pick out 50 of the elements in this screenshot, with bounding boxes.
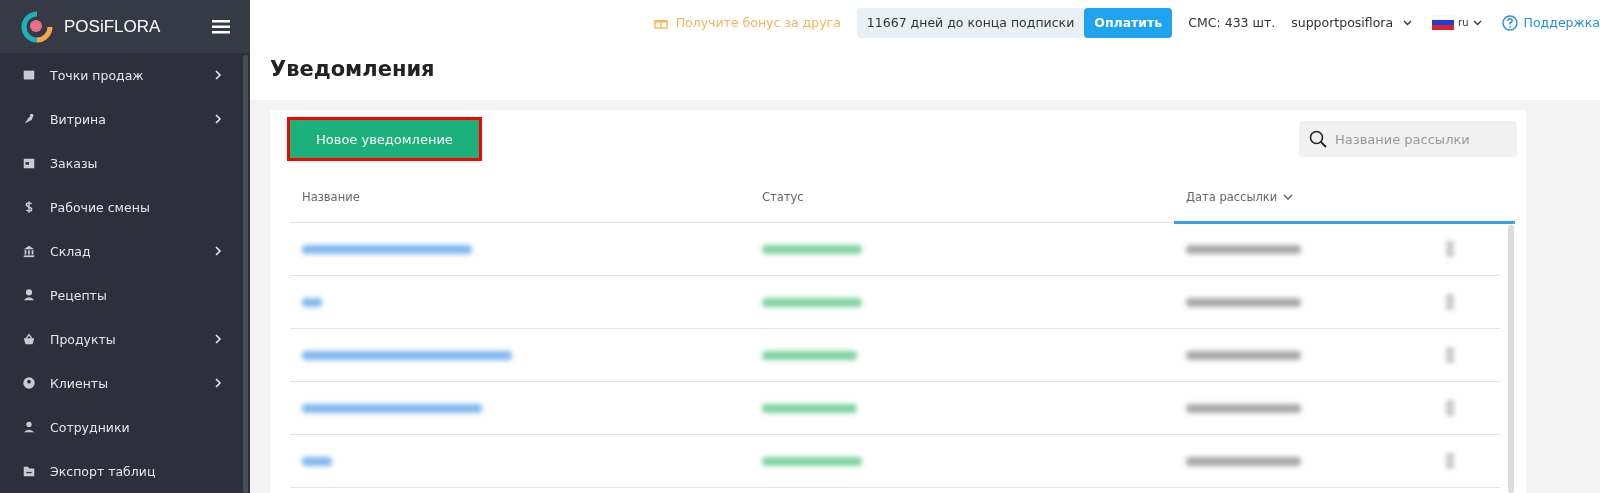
sidebar-item[interactable]: Клиенты (0, 361, 242, 405)
menu-icon[interactable] (212, 19, 230, 34)
support-link[interactable]: Поддержка (1501, 14, 1600, 31)
chevron-down-icon (1283, 193, 1294, 200)
menu-item-icon (22, 68, 36, 82)
column-header[interactable]: Статус (750, 172, 1174, 222)
chevron-down-icon (1403, 19, 1413, 26)
blurred-text (302, 297, 322, 307)
sidebar-item[interactable]: Витрина (0, 97, 242, 141)
brand-name: POSiFLORA (64, 16, 162, 37)
blurred-icon (1446, 453, 1454, 469)
sidebar-item[interactable]: Склад (0, 229, 242, 273)
language-dropdown[interactable]: ru (1432, 15, 1482, 30)
chevron-right-icon (214, 246, 222, 256)
menu-item-icon (22, 156, 36, 170)
sidebar-item[interactable]: Сотрудники (0, 405, 242, 449)
menu-item-icon (22, 464, 36, 478)
menu-item-icon (22, 244, 36, 258)
search-field[interactable]: Название рассылки (1299, 121, 1517, 157)
sidebar-item[interactable]: Продукты (0, 317, 242, 361)
sidebar-item[interactable]: Экспорт таблиц (0, 449, 242, 493)
column-header[interactable]: Дата рассылки (1174, 172, 1515, 224)
logo-icon (20, 9, 54, 44)
page-title: Уведомления (270, 57, 436, 81)
help-icon (1501, 14, 1518, 31)
menu-item-icon (22, 420, 36, 434)
flag-icon (1432, 15, 1455, 30)
blurred-icon (1446, 241, 1454, 257)
sidebar-item[interactable]: Рабочие смены (0, 185, 242, 229)
search-icon (1309, 130, 1327, 148)
menu-item-icon (22, 376, 36, 390)
sidebar-item[interactable]: Заказы (0, 141, 242, 185)
blurred-icon (1446, 400, 1454, 416)
menu-item-icon (22, 112, 36, 126)
chevron-right-icon (214, 334, 222, 344)
column-header[interactable]: Название (290, 172, 750, 222)
blurred-text (302, 456, 332, 466)
blurred-icon (1446, 347, 1454, 363)
chevron-right-icon (214, 378, 222, 388)
chevron-right-icon (214, 114, 222, 124)
chevron-down-icon (1472, 19, 1482, 26)
account-dropdown[interactable]: supportposiflora (1291, 15, 1413, 30)
menu-item-icon (22, 332, 36, 346)
menu-item-icon (22, 288, 36, 302)
sidebar-item[interactable]: Точки продаж (0, 53, 242, 97)
chevron-right-icon (214, 70, 222, 80)
subscription-days: 11667 дней до конца подписки (856, 15, 1085, 30)
blurred-icon (1446, 294, 1454, 310)
sidebar-item[interactable]: Рецепты (0, 273, 242, 317)
sms-count: СМС: 433 шт. (1188, 15, 1276, 30)
